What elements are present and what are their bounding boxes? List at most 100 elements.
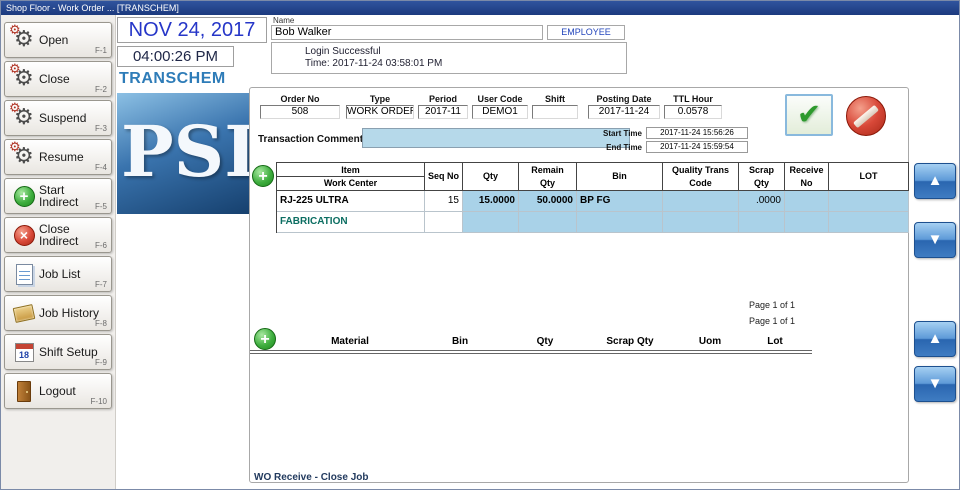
calendar-icon: 18 — [15, 343, 34, 362]
calendar-day-label: 18 — [16, 350, 33, 360]
materials-col-scrap-qty: Scrap Qty — [590, 334, 670, 350]
sidebar-button-open[interactable]: Open F-1 — [4, 22, 112, 58]
login-time-text: Time: 2017-11-24 03:58:01 PM — [305, 58, 442, 70]
document-icon — [16, 264, 33, 285]
scrapqty-cell[interactable]: .0000 — [739, 191, 785, 212]
name-label: Name — [273, 16, 294, 25]
company-name: TRANSCHEM — [119, 70, 226, 88]
bin-cell[interactable]: BP FG — [577, 191, 663, 212]
fkey-label: F-7 — [95, 280, 107, 289]
order-no-value: 508 — [260, 105, 340, 119]
sidebar-button-suspend[interactable]: Suspend F-3 — [4, 100, 112, 136]
fkey-label: F-1 — [95, 46, 107, 55]
col-header-remain-qty: RemainQty — [519, 163, 577, 191]
fkey-label: F-6 — [95, 241, 107, 250]
name-field[interactable]: Bob Walker — [271, 25, 543, 40]
employee-badge: EMPLOYEE — [547, 25, 625, 40]
field-order-no: Order No 508 — [260, 94, 340, 119]
date-display: NOV 24, 2017 — [117, 17, 267, 43]
user-code-value: DEMO1 — [472, 105, 528, 119]
scrapqty-cell[interactable] — [739, 212, 785, 233]
items-scroll-up-button[interactable] — [914, 163, 956, 199]
item-cell[interactable]: RJ-225 ULTRA — [277, 191, 425, 212]
lot-cell[interactable] — [829, 212, 909, 233]
sidebar-button-logout[interactable]: Logout F-10 — [4, 373, 112, 409]
gears-icon — [11, 144, 37, 170]
receiveno-cell[interactable] — [785, 212, 829, 233]
sidebar-button-close[interactable]: Close F-2 — [4, 61, 112, 97]
sidebar-button-label: Resume — [39, 151, 107, 163]
col-header-item: Item Work Center — [277, 163, 425, 191]
sidebar-button-job-list[interactable]: Job List F-7 — [4, 256, 112, 292]
order-panel: Order No 508 Type WORK ORDER Period 2017… — [249, 87, 909, 483]
add-item-button[interactable] — [252, 165, 274, 187]
time-display: 04:00:26 PM — [117, 46, 234, 67]
sidebar-button-label: Open — [39, 34, 107, 46]
lot-cell[interactable] — [829, 191, 909, 212]
field-user-code: User Code DEMO1 — [472, 94, 528, 119]
period-value: 2017-11 — [418, 105, 468, 119]
items-table: Item Work Center Seq No Qty RemainQty Bi… — [276, 162, 909, 233]
bin-cell[interactable] — [577, 212, 663, 233]
sidebar-button-job-history[interactable]: Job History F-8 — [4, 295, 112, 331]
gears-icon — [11, 27, 37, 53]
remainqty-cell[interactable] — [519, 212, 577, 233]
materials-col-uom: Uom — [670, 334, 750, 350]
field-period: Period 2017-11 — [418, 94, 468, 119]
receiveno-cell[interactable] — [785, 191, 829, 212]
users-icon — [276, 47, 300, 69]
sidebar-button-close-indirect[interactable]: Close Indirect F-6 — [4, 217, 112, 253]
ttl-hour-value: 0.0578 — [664, 105, 722, 119]
materials-scroll-down-button[interactable] — [914, 366, 956, 402]
col-header-bin: Bin — [577, 163, 663, 191]
confirm-button[interactable] — [785, 94, 833, 136]
work-center-cell[interactable]: FABRICATION — [277, 212, 425, 233]
qualitycode-cell[interactable] — [663, 212, 739, 233]
col-header-seq-no: Seq No — [425, 163, 463, 191]
gears-icon — [11, 66, 37, 92]
cancel-button[interactable] — [846, 96, 886, 136]
status-bar-text: WO Receive - Close Job — [254, 472, 368, 483]
sidebar-button-shift-setup[interactable]: 18 Shift Setup F-9 — [4, 334, 112, 370]
fkey-label: F-2 — [95, 85, 107, 94]
fkey-label: F-9 — [95, 358, 107, 367]
fkey-label: F-10 — [91, 397, 107, 406]
window-title: Shop Floor - Work Order ... [TRANSCHEM] — [6, 3, 179, 13]
fkey-label: F-8 — [95, 319, 107, 328]
fkey-label: F-3 — [95, 124, 107, 133]
sidebar-button-label: Logout — [39, 385, 107, 397]
materials-scroll-up-button[interactable] — [914, 321, 956, 357]
login-message-box: Login Successful Time: 2017-11-24 03:58:… — [271, 42, 627, 74]
sidebar-button-label: Job History — [39, 307, 107, 319]
start-time-label: Start Time — [588, 129, 642, 138]
qualitycode-cell[interactable] — [663, 191, 739, 212]
field-ttl-hour: TTL Hour 0.0578 — [664, 94, 722, 119]
materials-page-indicator: Page 1 of 1 — [650, 316, 795, 326]
psi-logo: PSI — [117, 93, 249, 214]
qty-cell[interactable] — [463, 212, 519, 233]
slash-icon — [853, 105, 879, 128]
app-window: Shop Floor - Work Order ... [TRANSCHEM] … — [0, 0, 960, 490]
posting-date-value: 2017-11-24 — [588, 105, 660, 119]
transaction-comment-label: Transaction Comment — [258, 134, 363, 145]
items-scroll-down-button[interactable] — [914, 222, 956, 258]
col-header-scrap-qty: ScrapQty — [739, 163, 785, 191]
col-header-quality-trans-code: Quality TransCode — [663, 163, 739, 191]
window-titlebar: Shop Floor - Work Order ... [TRANSCHEM] — [1, 1, 959, 15]
sidebar-button-resume[interactable]: Resume F-4 — [4, 139, 112, 175]
items-page-indicator: Page 1 of 1 — [650, 300, 795, 310]
field-type: Type WORK ORDER — [346, 94, 414, 119]
sidebar-button-start-indirect[interactable]: Start Indirect F-5 — [4, 178, 112, 214]
materials-col-bin: Bin — [420, 334, 500, 350]
seqno-cell[interactable]: 15 — [425, 191, 463, 212]
materials-col-lot: Lot — [750, 334, 800, 350]
sidebar-button-label: Shift Setup — [39, 346, 107, 358]
end-time-label: End Time — [588, 143, 642, 152]
shift-value — [532, 105, 578, 119]
qty-cell[interactable]: 15.0000 — [463, 191, 519, 212]
seqno-cell[interactable] — [425, 212, 463, 233]
remainqty-cell[interactable]: 50.0000 — [519, 191, 577, 212]
door-icon — [17, 381, 31, 402]
end-time-value: 2017-11-24 15:59:54 — [646, 141, 748, 153]
plus-circle-icon — [14, 186, 35, 207]
